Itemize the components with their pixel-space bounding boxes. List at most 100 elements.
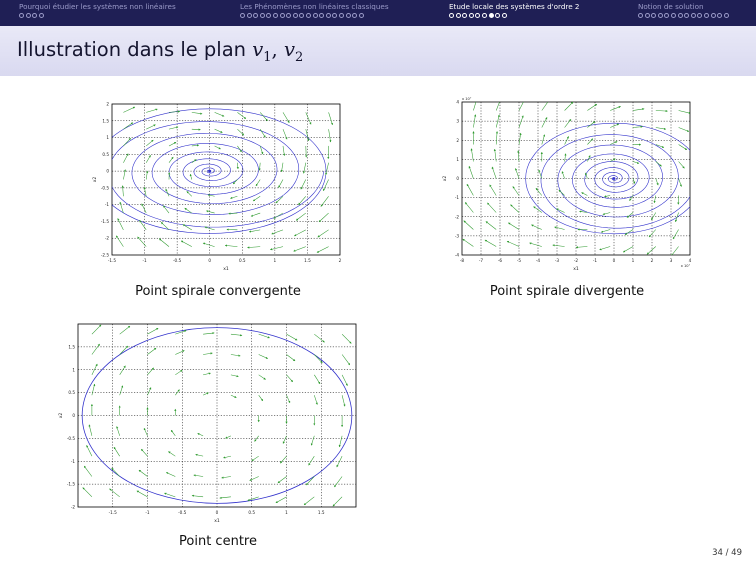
plot-spiral-divergent: -8 -7 -6 -5 -4 -3 -2 -1 0 1 2 3 4 -4 -3 -2 -1 0 1 2 3 4 x1 x2 x … [440,94,700,272]
x-tick-label: -3 [555,258,560,263]
nav-dot[interactable] [697,13,703,18]
x-tick-label: 2 [339,258,342,263]
nav-dot[interactable] [684,13,690,18]
nav-dot[interactable] [325,13,331,18]
nav-dot[interactable] [690,13,696,18]
nav-dots[interactable] [240,13,389,18]
nav-dot[interactable] [38,13,44,18]
nav-dot[interactable] [292,13,298,18]
nav-section-phenomenes[interactable]: Les Phénomènes non linéaires classiques [240,2,389,18]
x-tick-label: 0 [216,510,219,515]
y-tick-label: 0.5 [68,390,75,395]
x-tick-label: 1.5 [318,510,325,515]
nav-dot[interactable] [488,13,494,18]
caption-center: Point centre [179,534,257,549]
nav-dot[interactable] [319,13,325,18]
vector-field-chart: -8 -7 -6 -5 -4 -3 -2 -1 0 1 2 3 4 -4 -3 -2 -1 0 1 2 3 4 x1 x2 x … [442,97,692,272]
nav-dot[interactable] [259,13,265,18]
nav-dot[interactable] [305,13,311,18]
x-tick-label: -1.5 [109,510,118,515]
nav-dot[interactable] [253,13,259,18]
nav-dot[interactable] [332,13,338,18]
x-tick-label: -6 [498,258,503,263]
nav-section-label: Pourquoi étudier les systèmes non linéai… [19,2,176,11]
navigation-header: Pourquoi étudier les systèmes non linéai… [0,0,756,26]
nav-dot[interactable] [638,13,643,18]
y-axis-label: x2 [92,177,98,183]
title-sub-1: 1 [263,49,272,65]
nav-dot[interactable] [657,13,663,18]
nav-dot[interactable] [664,13,670,18]
nav-section-notion-solution[interactable]: Notion de solution [638,2,729,18]
nav-section-pourquoi[interactable]: Pourquoi étudier les systèmes non linéai… [19,2,176,18]
title-sub-2: 2 [294,49,304,65]
nav-dot[interactable] [352,13,358,18]
nav-dot[interactable] [32,13,38,18]
nav-dot[interactable] [468,13,474,18]
caption-spiral-convergent: Point spirale convergente [135,284,301,299]
nav-dot[interactable] [495,13,501,18]
x-tick-label: 4 [689,258,692,263]
nav-dot[interactable] [272,13,278,18]
nav-dot[interactable] [25,13,31,18]
nav-dot[interactable] [651,13,657,18]
y-tick-label: -0.5 [67,436,76,441]
nav-dot[interactable] [299,13,305,18]
nav-dots[interactable] [638,13,729,18]
y-tick-label: 1 [106,135,109,140]
y-axis-label: x2 [442,176,448,182]
x-tick-label: -0.5 [173,258,182,263]
x-tick-label: 1 [632,258,635,263]
nav-dot[interactable] [286,13,292,18]
nav-dots[interactable] [19,13,176,18]
y-tick-label: -1.5 [101,219,110,224]
y-tick-label: -2 [71,505,76,510]
nav-section-etude-locale[interactable]: Etude locale des systèmes d'ordre 2 [449,2,580,18]
y-tick-label: -0.5 [101,185,110,190]
x-axis-multiplier: x 10⁷ [681,264,691,268]
nav-dot[interactable] [462,13,468,18]
nav-dot[interactable] [644,13,650,18]
y-axis-multiplier: x 10⁷ [462,97,472,101]
nav-dot[interactable] [338,13,344,18]
y-tick-label: -2 [455,214,460,219]
frame-title: Illustration dans le plan v1, v2 [17,38,303,65]
equilibrium-point [208,169,212,173]
y-tick-label: 1 [456,157,459,162]
nav-dot[interactable] [449,13,454,18]
plot-spiral-convergent: -1.5 -1 -0.5 0 0.5 1 1.5 2 -2.5 -2 -1.5 -1 -0.5 0 0.5 1… [90,96,350,273]
y-tick-label: 4 [456,100,459,105]
nav-dot[interactable] [475,13,481,18]
nav-dot[interactable] [312,13,318,18]
y-tick-label: -1.5 [67,482,76,487]
y-tick-label: 2 [106,102,109,107]
nav-dot[interactable] [240,13,245,18]
nav-dot[interactable] [345,13,351,18]
nav-section-label: Notion de solution [638,2,704,11]
nav-dot[interactable] [703,13,709,18]
title-separator: , [271,38,284,61]
nav-dot[interactable] [677,13,683,18]
x-axis-label: x1 [214,518,220,524]
nav-dot[interactable] [358,13,364,18]
nav-dot[interactable] [710,13,716,18]
y-tick-label: 2 [456,138,459,143]
nav-dot[interactable] [19,13,24,18]
frame-title-bar: Illustration dans le plan v1, v2 [0,26,756,76]
vector-field-chart: -1.5 -1 -0.5 0 0.5 1 1.5 -2 -1.5 -1 -0.5 0 0.5 1 1.5 x1… [58,323,357,524]
nav-dots[interactable] [449,13,580,18]
y-tick-label: 0 [72,413,75,418]
nav-dot[interactable] [501,13,507,18]
nav-dot[interactable] [246,13,252,18]
nav-dot[interactable] [481,13,487,18]
x-tick-label: 1.5 [304,258,311,263]
x-tick-label: -1 [142,258,147,263]
nav-dot[interactable] [670,13,676,18]
x-tick-label: -1 [145,510,150,515]
nav-dot[interactable] [279,13,285,18]
nav-dot[interactable] [717,13,723,18]
nav-dot[interactable] [266,13,272,18]
nav-dot[interactable] [723,13,729,18]
nav-dot[interactable] [455,13,461,18]
title-var: v [283,38,295,61]
